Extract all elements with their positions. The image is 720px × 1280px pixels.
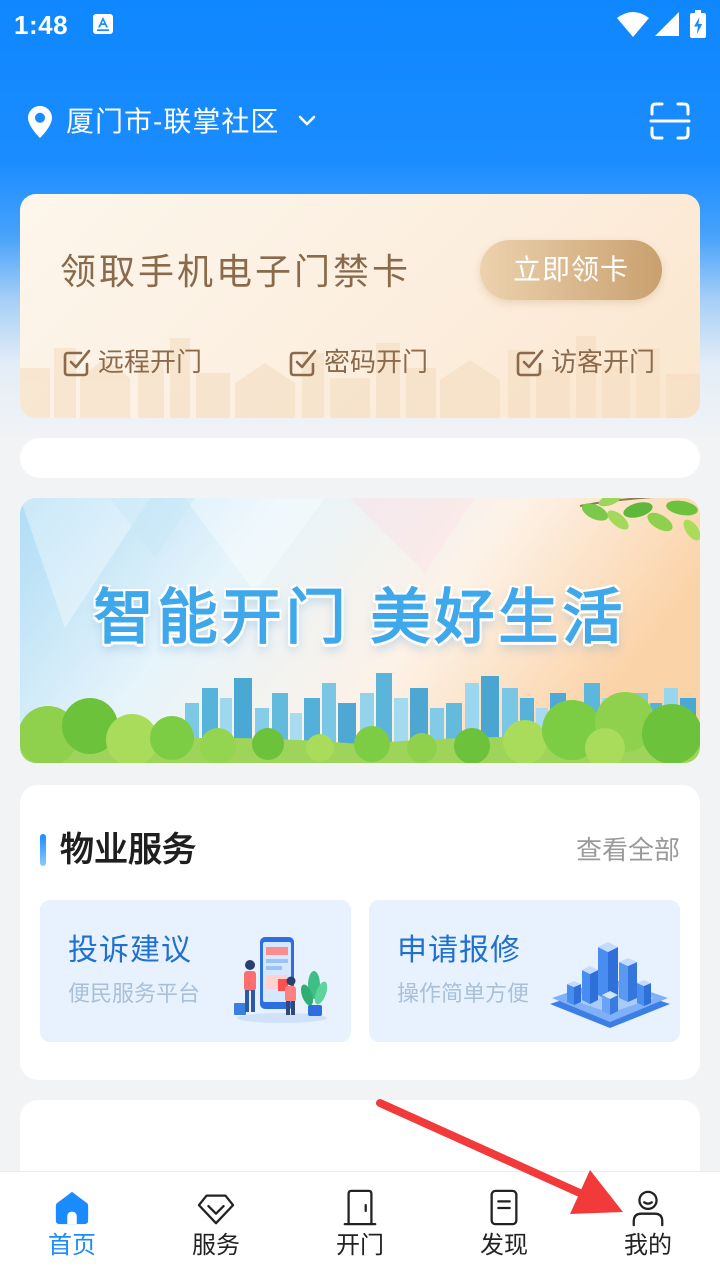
- status-time: 1:48: [14, 10, 69, 40]
- checkbox-checked-icon: [62, 347, 92, 377]
- diamond-icon: [197, 1189, 235, 1227]
- scan-icon[interactable]: [649, 102, 691, 140]
- feature-label: 远程开门: [98, 347, 203, 377]
- tile-title: 申请报修: [397, 934, 521, 967]
- door-card-panel: 领取手机电子门禁卡 立即领卡 远程开门 密码开门 访客开门: [20, 194, 700, 418]
- signal-icon: [655, 12, 679, 36]
- complaint-tile[interactable]: 投诉建议 便民服务平台: [40, 900, 351, 1042]
- wifi-icon: [616, 11, 650, 37]
- home-icon: [53, 1189, 91, 1227]
- location-name: 厦门市-联掌社区: [66, 106, 280, 137]
- document-icon: [485, 1189, 523, 1227]
- location-selector[interactable]: 厦门市-联掌社区: [24, 100, 324, 144]
- checkbox-checked-icon: [288, 347, 318, 377]
- nav-label: 我的: [624, 1232, 672, 1259]
- door-card-title: 领取手机电子门禁卡: [60, 251, 412, 292]
- tile-subtitle: 操作简单方便: [397, 981, 530, 1006]
- door-icon: [341, 1189, 379, 1227]
- nav-label: 开门: [336, 1232, 384, 1259]
- property-services-card: 物业服务 查看全部 投诉建议 便民服务平台 申请报修 操作简单方便: [20, 785, 700, 1080]
- view-all-link[interactable]: 查看全部: [576, 834, 680, 866]
- repair-request-tile[interactable]: 申请报修 操作简单方便: [369, 900, 680, 1042]
- nav-item-mine[interactable]: 我的: [576, 1172, 720, 1280]
- feature-visitor-open: 访客开门: [515, 347, 655, 377]
- bottom-navigation: 首页 服务 开门 发现 我的: [0, 1172, 720, 1280]
- feature-label: 密码开门: [324, 347, 429, 377]
- tile-title: 投诉建议: [68, 934, 192, 967]
- section-title: 物业服务: [60, 831, 196, 869]
- nav-item-home[interactable]: 首页: [0, 1172, 144, 1280]
- nav-item-open-door[interactable]: 开门: [288, 1172, 432, 1280]
- battery-charging-icon: [690, 10, 706, 38]
- nav-item-services[interactable]: 服务: [144, 1172, 288, 1280]
- section-accent-bar: [40, 834, 46, 866]
- nav-item-discover[interactable]: 发现: [432, 1172, 576, 1280]
- nav-label: 发现: [480, 1232, 528, 1259]
- complaint-illustration: [234, 937, 328, 1023]
- checkbox-checked-icon: [515, 347, 545, 377]
- repair-city-illustration: [550, 942, 670, 1028]
- chevron-down-icon: [298, 115, 316, 127]
- location-pin-icon: [28, 106, 52, 138]
- nav-label: 服务: [192, 1232, 240, 1259]
- notification-a-icon: [93, 14, 113, 34]
- claim-card-button[interactable]: 立即领卡: [480, 240, 662, 300]
- feature-password-open: 密码开门: [288, 347, 428, 377]
- feature-remote-open: 远程开门: [62, 347, 202, 377]
- banner-headline: 智能开门 美好生活: [93, 584, 627, 651]
- feature-label: 访客开门: [551, 347, 656, 377]
- promo-banner[interactable]: 智能开门 美好生活: [20, 498, 700, 763]
- notice-bar: [20, 438, 700, 478]
- tile-subtitle: 便民服务平台: [68, 981, 201, 1006]
- nav-label: 首页: [48, 1232, 96, 1259]
- person-icon: [629, 1189, 667, 1227]
